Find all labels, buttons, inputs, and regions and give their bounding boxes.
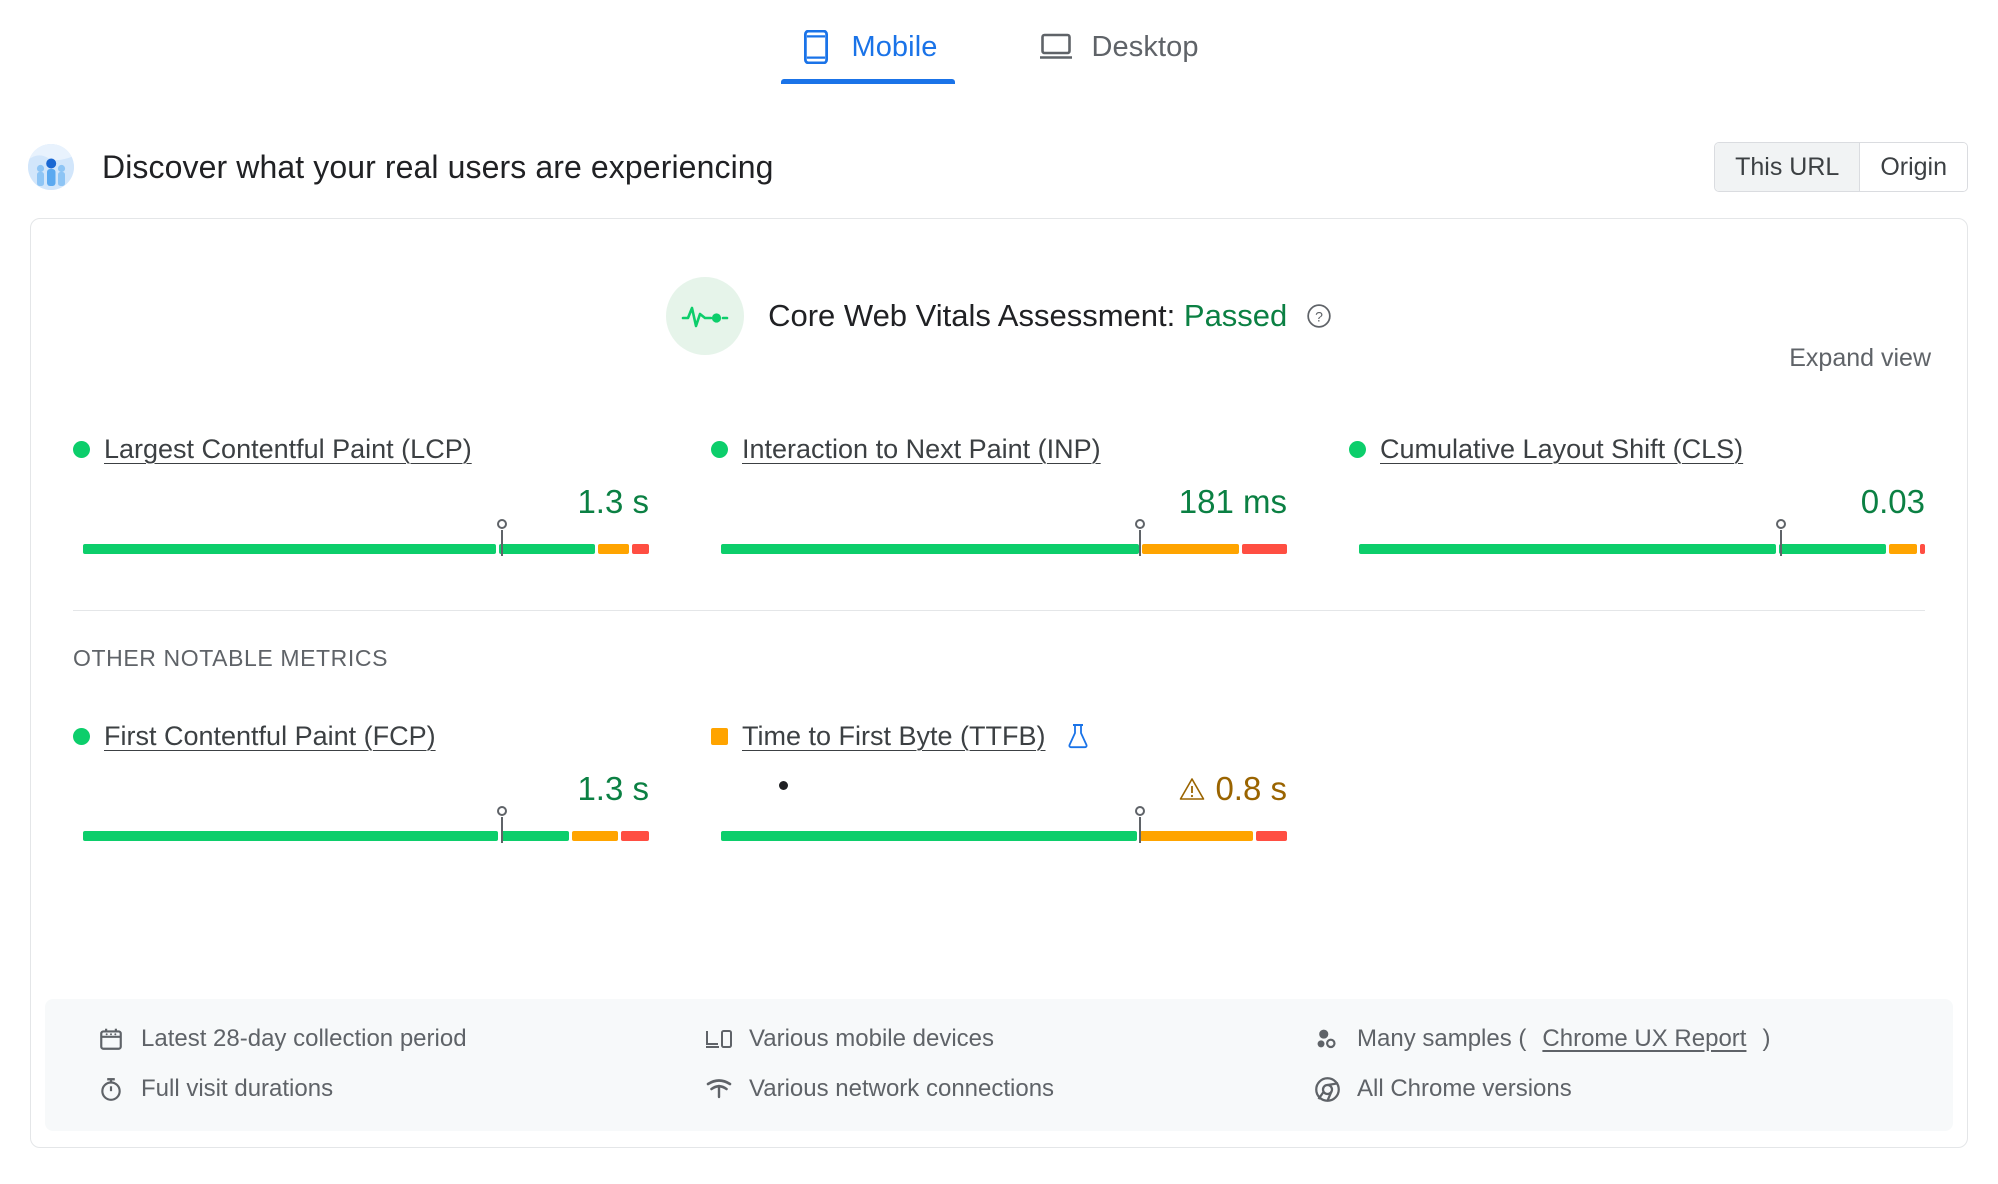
metric-fcp-needle: [501, 817, 504, 843]
cwv-assessment-label: Core Web Vitals Assessment: Passed ?: [768, 298, 1332, 334]
discover-header: Discover what your real users are experi…: [0, 132, 1998, 202]
footer-chrome-versions-text: All Chrome versions: [1357, 1075, 1572, 1102]
status-dot-icon: [73, 440, 90, 458]
footer-network-text: Various network connections: [749, 1075, 1055, 1102]
other-metrics-grid: First Contentful Paint (FCP) 1.3 s Time …: [31, 716, 1967, 845]
status-dot-icon: [1349, 440, 1366, 458]
status-dot-icon: [73, 727, 90, 745]
metric-ttfb-value: 0.8 s: [1215, 770, 1287, 807]
scope-origin-button[interactable]: Origin: [1859, 143, 1967, 191]
status-badge: Passed: [1183, 298, 1288, 333]
footer-collection-period: Latest 28-day collection period: [97, 1025, 685, 1053]
metric-empty-slot: [1349, 716, 1925, 845]
footer-devices-text: Various mobile devices: [749, 1025, 995, 1052]
desktop-icon: [1039, 30, 1073, 64]
metric-lcp-value: 1.3 s: [577, 483, 649, 520]
core-metrics-grid: Largest Contentful Paint (LCP) 1.3 s Int…: [31, 429, 1967, 558]
metric-lcp-needle: [501, 530, 504, 556]
stopwatch-icon: [97, 1075, 125, 1103]
metric-fcp-value-row: 1.3 s: [73, 772, 649, 805]
metric-lcp-head: Largest Contentful Paint (LCP): [73, 429, 649, 469]
metric-fcp-label[interactable]: First Contentful Paint (FCP): [104, 721, 436, 752]
metric-cls-head: Cumulative Layout Shift (CLS): [1349, 429, 1925, 469]
status-dot-icon: [711, 440, 728, 458]
metric-fcp: First Contentful Paint (FCP) 1.3 s: [73, 716, 649, 845]
metric-ttfb-label[interactable]: Time to First Byte (TTFB): [742, 721, 1046, 752]
metric-inp-bar: [711, 530, 1288, 558]
metric-inp-label[interactable]: Interaction to Next Paint (INP): [742, 434, 1101, 465]
metric-lcp-label[interactable]: Largest Contentful Paint (LCP): [104, 434, 472, 465]
metric-cls: Cumulative Layout Shift (CLS) 0.03: [1349, 429, 1925, 558]
metric-cls-bar: [1349, 530, 1925, 558]
metric-lcp: Largest Contentful Paint (LCP) 1.3 s: [73, 429, 649, 558]
scope-toggle: This URL Origin: [1714, 142, 1968, 192]
tab-mobile[interactable]: Mobile: [777, 22, 959, 84]
metric-inp-value: 181 ms: [1178, 483, 1287, 520]
pulse-icon: [666, 277, 745, 355]
metric-ttfb-value-row: 0.8 s: [711, 772, 1287, 805]
metric-lcp-value-row: 1.3 s: [73, 485, 649, 518]
metric-ttfb-head: Time to First Byte (TTFB): [711, 716, 1287, 756]
footer-visit-durations: Full visit durations: [97, 1075, 685, 1103]
footer-network: Various network connections: [705, 1075, 1293, 1103]
device-tab-bar: Mobile Desktop: [0, 0, 1998, 118]
footer-samples-text-after: ): [1762, 1025, 1771, 1052]
metric-inp-needle: [1139, 530, 1142, 556]
metric-ttfb: Time to First Byte (TTFB) 0.8 s: [711, 716, 1287, 845]
metric-lcp-bar: [73, 530, 649, 558]
metric-inp-head: Interaction to Next Paint (INP): [711, 429, 1287, 469]
status-square-icon: [711, 727, 728, 745]
scope-this-url-button[interactable]: This URL: [1715, 143, 1860, 191]
metric-fcp-head: First Contentful Paint (FCP): [73, 716, 649, 756]
metric-cls-value: 0.03: [1860, 483, 1925, 520]
metric-inp-value-row: 181 ms: [711, 485, 1287, 518]
chrome-icon: [1313, 1075, 1341, 1103]
tab-desktop[interactable]: Desktop: [1017, 22, 1220, 84]
data-source-footer: Latest 28-day collection period Various …: [45, 999, 1953, 1131]
metric-cls-label[interactable]: Cumulative Layout Shift (CLS): [1380, 434, 1743, 465]
other-metrics-heading: OTHER NOTABLE METRICS: [73, 645, 389, 671]
footer-collection-period-text: Latest 28-day collection period: [141, 1025, 467, 1052]
page-title: Discover what your real users are experi…: [102, 148, 774, 185]
chrome-ux-report-link[interactable]: Chrome UX Report: [1542, 1025, 1746, 1053]
expand-view-button[interactable]: Expand view: [1789, 344, 1931, 373]
svg-text:?: ?: [1315, 308, 1323, 324]
warning-triangle-icon: [1179, 777, 1205, 801]
beaker-icon[interactable]: [1066, 723, 1090, 749]
real-users-icon: [28, 144, 74, 190]
tab-mobile-label: Mobile: [851, 30, 938, 63]
crux-report-card: Core Web Vitals Assessment: Passed ? Exp…: [30, 218, 1968, 1148]
samples-icon: [1313, 1025, 1341, 1053]
metric-fcp-value: 1.3 s: [577, 770, 649, 807]
calendar-icon: [97, 1025, 125, 1053]
footer-devices: Various mobile devices: [705, 1025, 1293, 1053]
footer-samples: Many samples ( Chrome UX Report): [1313, 1025, 1901, 1053]
metric-inp: Interaction to Next Paint (INP) 181 ms: [711, 429, 1288, 558]
metric-fcp-bar: [73, 817, 649, 845]
metric-cls-needle: [1780, 530, 1782, 556]
footer-visit-durations-text: Full visit durations: [141, 1075, 334, 1102]
help-icon[interactable]: ?: [1306, 303, 1332, 329]
metric-ttfb-needle: [1139, 817, 1142, 843]
devices-icon: [705, 1025, 733, 1053]
metric-cls-value-row: 0.03: [1349, 485, 1925, 518]
network-icon: [705, 1075, 733, 1103]
footer-chrome-versions: All Chrome versions: [1313, 1075, 1901, 1103]
cwv-assessment-header: Core Web Vitals Assessment: Passed ?: [31, 219, 1967, 355]
cwv-assessment-text: Core Web Vitals Assessment:: [768, 298, 1176, 333]
metric-ttfb-bar: [711, 817, 1287, 845]
footer-samples-text: Many samples (: [1357, 1025, 1527, 1052]
mobile-icon: [799, 30, 833, 64]
tab-desktop-label: Desktop: [1091, 30, 1199, 63]
